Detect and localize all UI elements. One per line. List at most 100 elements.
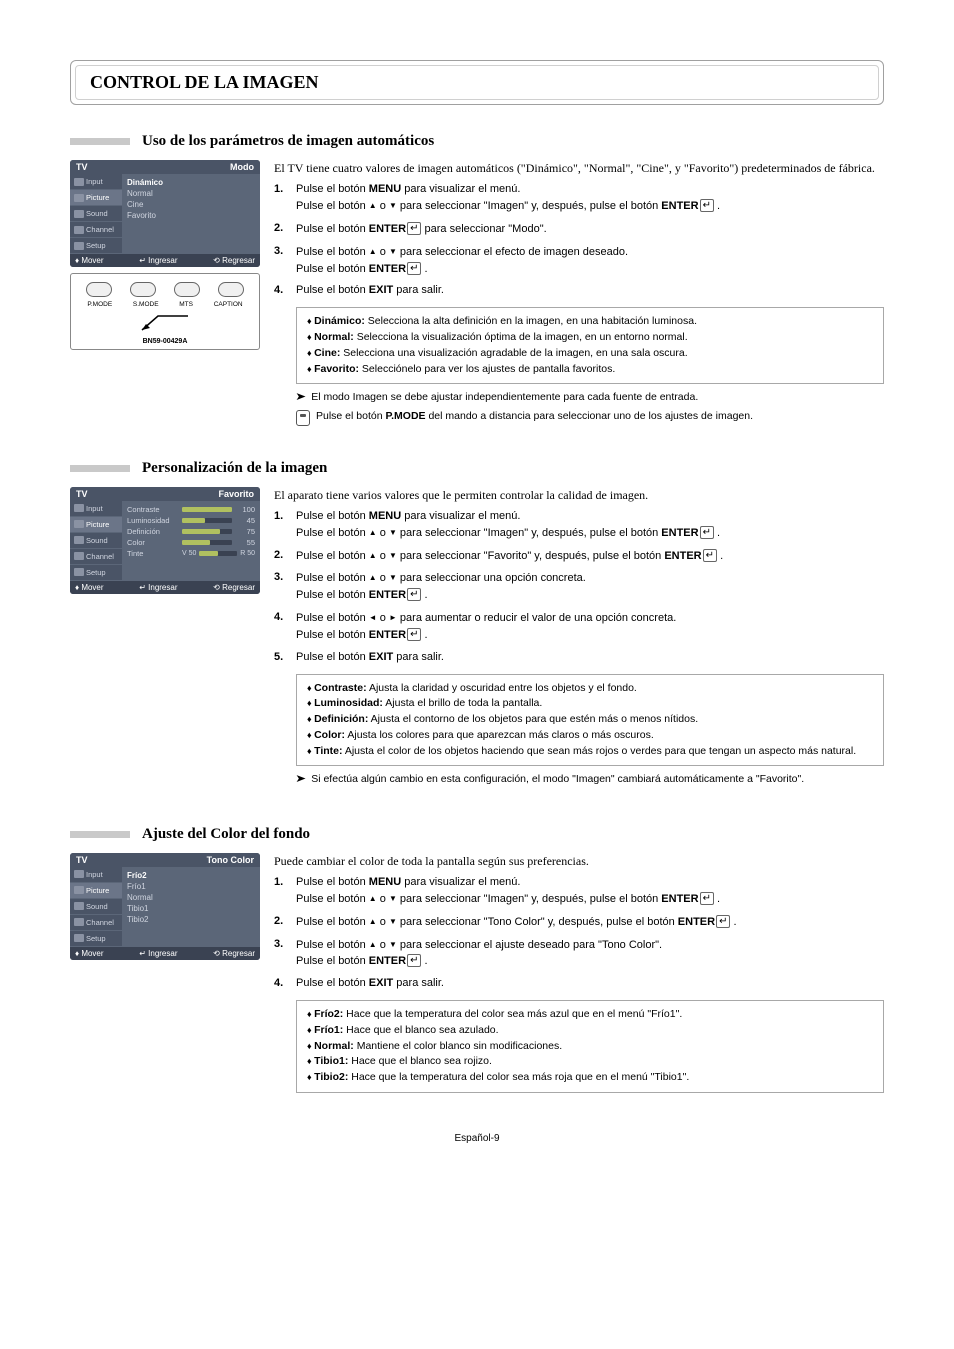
steps-list: 1.Pulse el botón MENU para visualizar el…	[274, 875, 884, 992]
foot-move: ♦ Mover	[75, 256, 104, 265]
picture-icon	[74, 886, 84, 894]
step-4: 4.Pulse el botón EXIT para salir.	[274, 976, 884, 992]
intro-text: Puede cambiar el color de toda la pantal…	[274, 853, 884, 869]
enter-icon	[406, 627, 421, 643]
tab-sound: Sound	[70, 206, 122, 222]
picture-icon	[74, 520, 84, 528]
sound-icon	[74, 902, 84, 910]
slider-row: Color55	[127, 537, 255, 548]
section-head: Personalización de la imagen	[70, 460, 884, 477]
tv-tabs: Input Picture Sound Channel Setup	[70, 174, 122, 254]
tv-icon	[74, 504, 84, 512]
right-col: El aparato tiene varios valores que le p…	[274, 487, 884, 792]
right-col: Puede cambiar el color de toda la pantal…	[274, 853, 884, 1099]
section-title: Ajuste del Color del fondo	[142, 826, 310, 843]
arrow-down-icon	[389, 548, 397, 564]
left-col: TV Favorito Input Picture Sound Channel S…	[70, 487, 260, 792]
tab-picture: Picture	[70, 190, 122, 206]
tv-title: TV	[76, 489, 88, 499]
arrow-up-icon	[369, 914, 377, 930]
note: Si efectúa algún cambio en esta configur…	[296, 772, 884, 787]
info-row: Tinte: Ajusta el color de los objetos ha…	[307, 744, 873, 760]
tab-setup: Setup	[70, 565, 122, 581]
info-row: Frío1: Hace que el blanco sea azulado.	[307, 1023, 873, 1039]
arrow-down-icon	[389, 914, 397, 930]
head-bar	[70, 831, 130, 838]
tab-channel: Channel	[70, 915, 122, 931]
tv-content: Dinámico Normal Cine Favorito	[122, 174, 260, 254]
step-3: 3.Pulse el botón o para seleccionar una …	[274, 570, 884, 604]
arrow-up-icon	[369, 891, 377, 907]
title-inner: CONTROL DE LA IMAGEN	[75, 65, 879, 100]
tv-item: Tibio2	[127, 914, 255, 925]
arrow-right-icon	[389, 610, 397, 626]
arrow-down-icon	[389, 570, 397, 586]
tv-subtitle: Tono Color	[207, 855, 254, 865]
arrow-down-icon	[389, 244, 397, 260]
section-auto-picture: Uso de los parámetros de imagen automáti…	[70, 133, 884, 426]
info-row: Contraste: Ajusta la claridad y oscurida…	[307, 681, 873, 697]
tab-picture: Picture	[70, 517, 122, 533]
page-title: CONTROL DE LA IMAGEN	[90, 72, 864, 93]
info-row: Cine: Selecciona una visualización agrad…	[307, 346, 873, 362]
tab-setup: Setup	[70, 931, 122, 947]
tab-input: Input	[70, 501, 122, 517]
btn-label: MTS	[179, 301, 193, 308]
arrow-up-icon	[369, 570, 377, 586]
section-head: Ajuste del Color del fondo	[70, 826, 884, 843]
tv-item: Normal	[127, 188, 255, 199]
tab-channel: Channel	[70, 549, 122, 565]
slider-row: Contraste100	[127, 504, 255, 515]
tab-picture: Picture	[70, 883, 122, 899]
foot-return: ⟲ Regresar	[213, 949, 255, 958]
tv-item: Frío2	[127, 870, 255, 881]
foot-move: ♦ Mover	[75, 583, 104, 592]
step-4: 4.Pulse el botón o para aumentar o reduc…	[274, 610, 884, 644]
info-row: Definición: Ajusta el contorno de los ob…	[307, 712, 873, 728]
note-arrow-icon	[296, 772, 305, 787]
remote-button	[130, 282, 156, 297]
enter-icon	[406, 261, 421, 277]
section-head: Uso de los parámetros de imagen automáti…	[70, 133, 884, 150]
section-personalize: Personalización de la imagen TV Favorito …	[70, 460, 884, 792]
tab-channel: Channel	[70, 222, 122, 238]
tv-icon	[74, 870, 84, 878]
arrow-left-icon	[369, 610, 377, 626]
enter-icon	[699, 525, 714, 541]
tv-item: Tibio1	[127, 903, 255, 914]
head-bar	[70, 465, 130, 472]
section-title: Personalización de la imagen	[142, 460, 327, 477]
tv-tabs: Input Picture Sound Channel Setup	[70, 501, 122, 581]
tv-footer: ♦ Mover ↵ Ingresar ⟲ Regresar	[70, 581, 260, 594]
slider-row: Luminosidad45	[127, 515, 255, 526]
tv-tabs: Input Picture Sound Channel Setup	[70, 867, 122, 947]
info-row: Normal: Mantiene el color blanco sin mod…	[307, 1039, 873, 1055]
tv-subtitle: Favorito	[218, 489, 254, 499]
tab-input: Input	[70, 867, 122, 883]
foot-return: ⟲ Regresar	[213, 256, 255, 265]
step-2: 2.Pulse el botón o para seleccionar "Ton…	[274, 914, 884, 931]
btn-label: P.MODE	[87, 301, 112, 308]
arrow-down-icon	[389, 198, 397, 214]
step-3: 3.Pulse el botón o para seleccionar el a…	[274, 937, 884, 971]
slider-row: Definición75	[127, 526, 255, 537]
step-1: 1.Pulse el botón MENU para visualizar el…	[274, 182, 884, 215]
info-row: Luminosidad: Ajusta el brillo de toda la…	[307, 696, 873, 712]
enter-icon	[702, 548, 717, 564]
intro-text: El TV tiene cuatro valores de imagen aut…	[274, 160, 884, 176]
remote-icon	[296, 410, 310, 426]
callout-arrow	[77, 314, 253, 334]
remote-model: BN59-00429A	[77, 338, 253, 345]
enter-icon	[699, 198, 714, 214]
channel-icon	[74, 226, 84, 234]
setup-icon	[74, 934, 84, 942]
info-row: Dinámico: Selecciona la alta definición …	[307, 314, 873, 330]
steps-list: 1.Pulse el botón MENU para visualizar el…	[274, 509, 884, 666]
head-bar	[70, 138, 130, 145]
right-col: El TV tiene cuatro valores de imagen aut…	[274, 160, 884, 426]
info-box: Frío2: Hace que la temperatura del color…	[296, 1000, 884, 1093]
tv-item: Dinámico	[127, 177, 255, 188]
left-col: TVTono Color Input Picture Sound Channel…	[70, 853, 260, 1099]
remote-note: Pulse el botón P.MODE del mando a distan…	[296, 410, 884, 426]
arrow-down-icon	[389, 891, 397, 907]
